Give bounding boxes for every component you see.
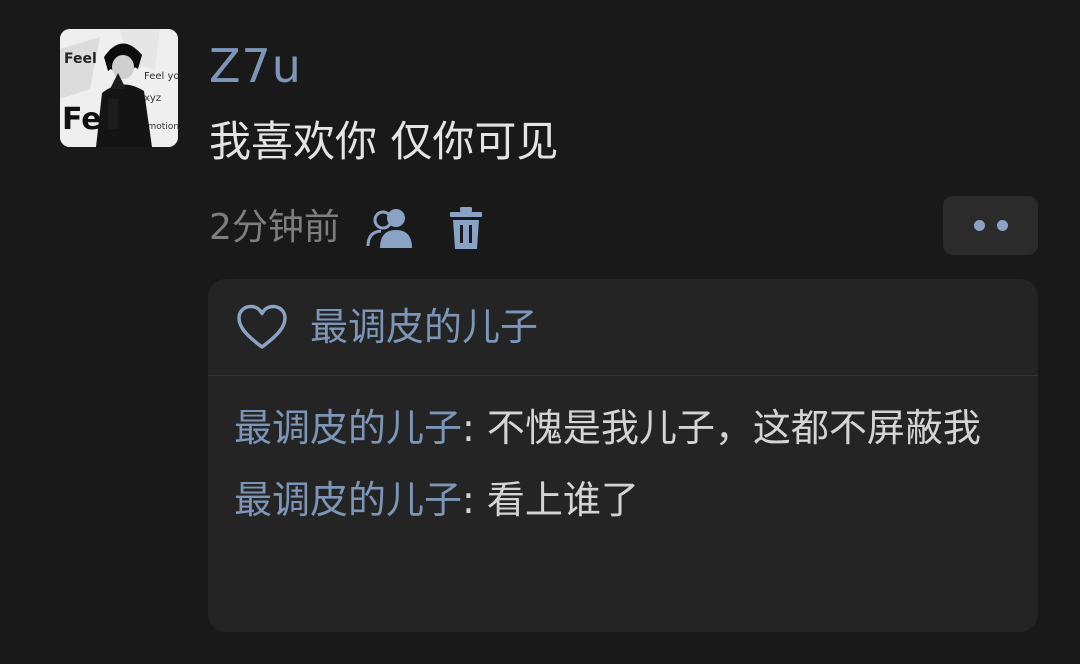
moment-post: Feel Fe Feel you xyz emotion Z7u 我喜欢你 仅你… (0, 0, 1080, 664)
avatar[interactable]: Feel Fe Feel you xyz emotion (60, 29, 178, 147)
comment-text: 不愧是我儿子，这都不屏蔽我 (486, 406, 981, 450)
svg-text:xyz: xyz (144, 93, 161, 104)
comment-separator: : (462, 478, 487, 522)
timestamp: 2分钟前 (209, 207, 340, 248)
group-visibility-icon[interactable] (366, 204, 414, 252)
post-meta: 2分钟前 (209, 200, 486, 256)
more-dots-icon (973, 220, 985, 231)
comment-text: 看上谁了 (486, 478, 639, 522)
svg-text:Feel you: Feel you (144, 71, 178, 82)
heart-outline-icon (237, 304, 287, 349)
avatar-image: Feel Fe Feel you xyz emotion (60, 29, 178, 147)
more-dots-icon-2 (996, 220, 1008, 231)
comment-item[interactable]: 最调皮的儿子: 看上谁了 (234, 472, 1010, 528)
svg-text:Fe: Fe (62, 102, 102, 137)
comment-list: 最调皮的儿子: 不愧是我儿子，这都不屏蔽我 最调皮的儿子: 看上谁了 (208, 376, 1038, 528)
comment-author[interactable]: 最调皮的儿子 (234, 406, 462, 450)
comment-item[interactable]: 最调皮的儿子: 不愧是我儿子，这都不屏蔽我 (234, 400, 1010, 456)
comment-separator: : (462, 406, 487, 450)
more-button[interactable] (943, 196, 1038, 255)
username[interactable]: Z7u (209, 38, 302, 94)
svg-text:Feel: Feel (64, 51, 97, 67)
trash-icon[interactable] (446, 204, 486, 252)
comment-author[interactable]: 最调皮的儿子 (234, 478, 462, 522)
interaction-panel: 最调皮的儿子 最调皮的儿子: 不愧是我儿子，这都不屏蔽我 最调皮的儿子: 看上谁… (208, 279, 1038, 632)
likes-row: 最调皮的儿子 (208, 279, 1038, 376)
liker-name[interactable]: 最调皮的儿子 (310, 303, 538, 351)
post-text: 我喜欢你 仅你可见 (209, 117, 559, 166)
